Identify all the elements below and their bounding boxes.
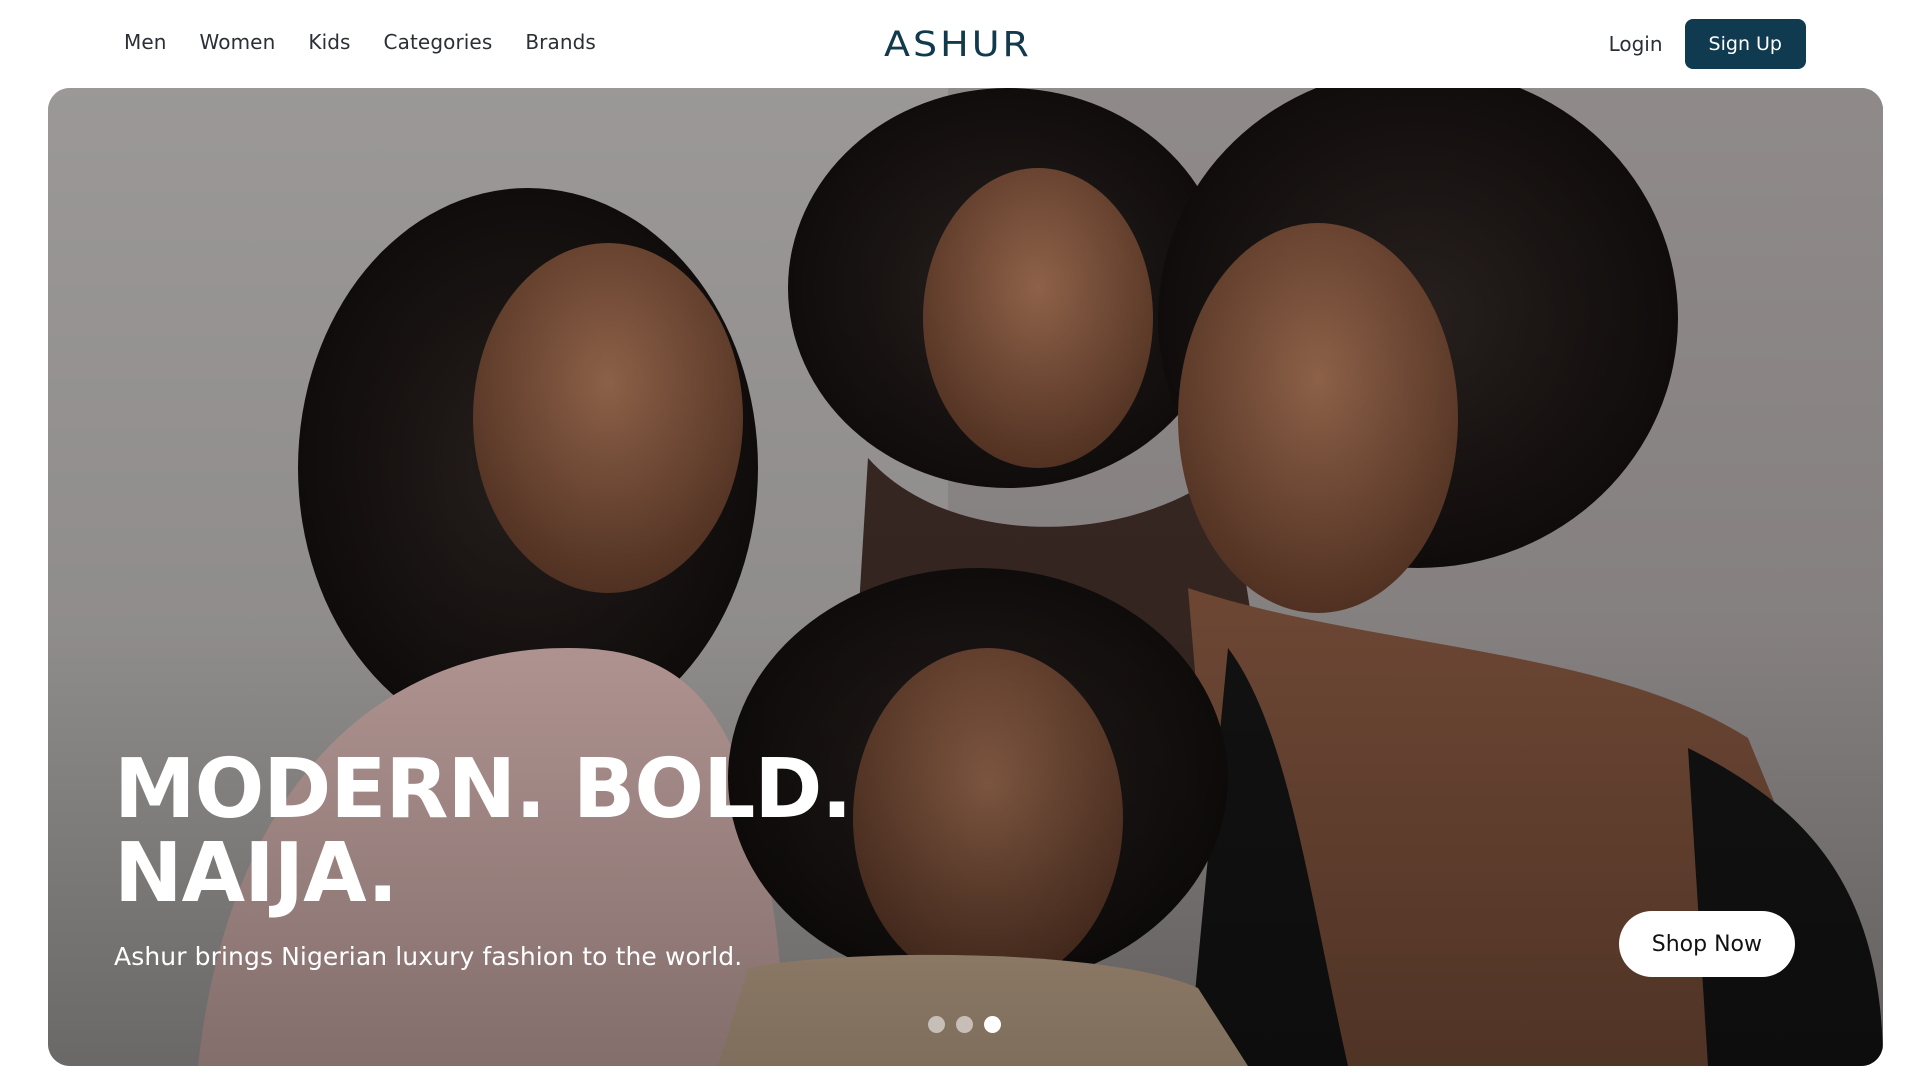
brand-logo[interactable]: ASHUR — [884, 24, 1032, 64]
login-link[interactable]: Login — [1609, 32, 1663, 56]
carousel-dot-1[interactable] — [928, 1016, 945, 1033]
hero-banner: MODERN. BOLD. NAIJA. Ashur brings Nigeri… — [48, 88, 1883, 1066]
carousel-dot-2[interactable] — [956, 1016, 973, 1033]
signup-button[interactable]: Sign Up — [1684, 19, 1806, 69]
nav-link-men[interactable]: Men — [124, 30, 167, 54]
primary-nav: Men Women Kids Categories Brands — [124, 30, 596, 54]
nav-link-women[interactable]: Women — [200, 30, 276, 54]
carousel-indicators — [928, 1016, 1001, 1033]
hero-headline-line1: MODERN. BOLD. — [114, 742, 853, 837]
nav-link-kids[interactable]: Kids — [308, 30, 350, 54]
hero-subtitle: Ashur brings Nigerian luxury fashion to … — [114, 942, 743, 971]
nav-link-categories[interactable]: Categories — [384, 30, 493, 54]
auth-actions: Login Sign Up — [1609, 19, 1806, 69]
hero-headline-line2: NAIJA. — [114, 826, 398, 921]
hero-headline: MODERN. BOLD. NAIJA. — [114, 748, 853, 916]
top-navbar: Men Women Kids Categories Brands ASHUR L… — [0, 0, 1920, 88]
shop-now-button[interactable]: Shop Now — [1618, 911, 1795, 977]
nav-link-brands[interactable]: Brands — [525, 30, 596, 54]
carousel-dot-3[interactable] — [984, 1016, 1001, 1033]
hero-text-block: MODERN. BOLD. NAIJA. Ashur brings Nigeri… — [114, 748, 853, 972]
